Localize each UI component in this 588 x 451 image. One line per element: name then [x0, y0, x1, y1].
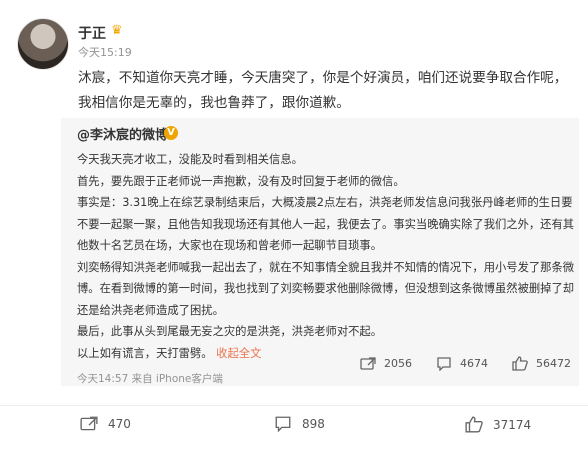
collapse-link[interactable]: 收起全文 [216, 347, 261, 360]
repost-button[interactable]: 470 [80, 416, 131, 432]
verified-icon: V [164, 126, 178, 140]
quoted-body: 今天我天亮才收工，没能及时看到相关信息。 首先，要先跟于正老师说一声抱歉，没有及… [77, 149, 577, 364]
author-name[interactable]: 于正 [78, 23, 106, 43]
quoted-comment-button[interactable]: 4674 [436, 356, 488, 371]
post-time[interactable]: 今天15:19 [78, 44, 132, 60]
quoted-comment-count: 4674 [460, 357, 488, 370]
quoted-author[interactable]: @李沐宸的微博 [77, 124, 168, 143]
quoted-like-button[interactable]: 56472 [512, 356, 571, 371]
comment-count: 898 [302, 417, 325, 431]
quoted-paragraph: 首先，要先跟于正老师说一声抱歉，没有及时回复于老师的微信。 [77, 174, 405, 188]
vip-badge-icon: ♛ [111, 23, 123, 38]
quoted-meta: 今天14:57 来自 iPhone客户端 [77, 373, 223, 385]
quoted-repost-button[interactable]: 2056 [360, 356, 412, 371]
repost-icon [80, 416, 98, 431]
thumbs-up-icon [465, 416, 483, 433]
repost-icon [360, 356, 376, 370]
quoted-paragraph: 今天我天亮才收工，没能及时看到相关信息。 [77, 153, 303, 166]
repost-count: 470 [108, 417, 131, 431]
quoted-last-line: 以上如有谎言，天打雷劈。 [77, 346, 213, 360]
comment-icon [437, 356, 451, 371]
quoted-paragraph: 最后，此事从头到尾最无妄之灾的是洪尧，洪尧老师对不起。 [77, 325, 383, 338]
quoted-actions: 2056 4674 56472 [336, 356, 571, 371]
post-action-bar: 470 898 37174 [0, 405, 588, 451]
thumbs-up-icon [512, 356, 528, 371]
like-button[interactable]: 37174 [465, 416, 531, 433]
quoted-paragraph: 事实是：3.31晚上在综艺录制结束后，大概凌晨2点左右，洪尧老师发信息问我张丹峰… [77, 196, 575, 252]
comment-icon [275, 416, 291, 432]
quoted-paragraph: 刘奕畅得知洪尧老师喊我一起出去了，就在不知事情全貌且我并不知情的情况下，用小号发… [77, 260, 575, 317]
quoted-repost-count: 2056 [384, 357, 412, 370]
like-count: 37174 [493, 417, 532, 432]
quoted-post: @李沐宸的微博 V 今天我天亮才收工，没能及时看到相关信息。 首先，要先跟于正老… [61, 118, 579, 386]
comment-button[interactable]: 898 [274, 416, 325, 432]
avatar[interactable] [17, 18, 69, 70]
post-text: 沐宸，不知道你天亮才睡，今天唐突了，你是个好演员，咱们还说要争取合作呢，我相信你… [78, 70, 568, 111]
quoted-like-count: 56472 [536, 357, 571, 370]
